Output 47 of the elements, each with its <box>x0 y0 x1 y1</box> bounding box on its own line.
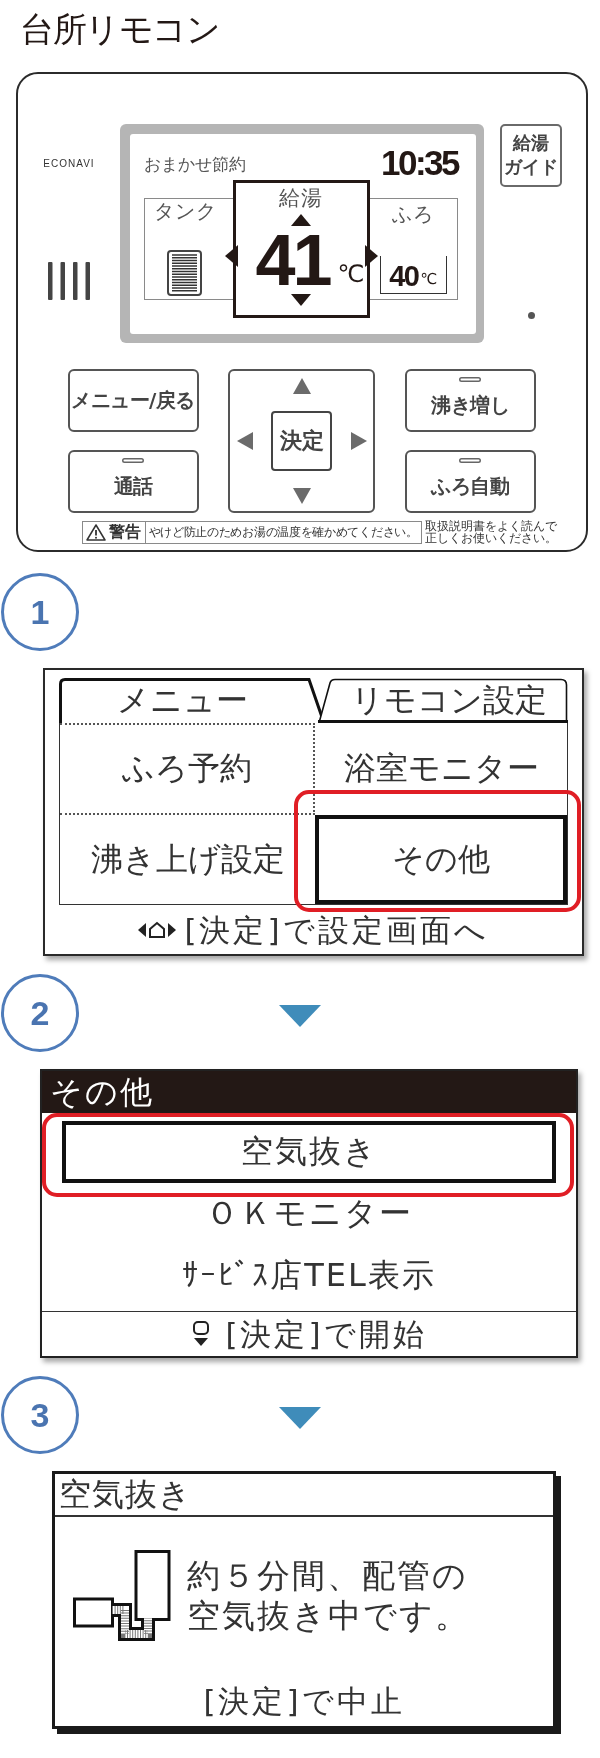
down-triangle-icon[interactable] <box>292 487 311 504</box>
list-item[interactable]: 空気抜き <box>62 1121 556 1183</box>
menu-tab[interactable]: メニュー <box>59 678 325 723</box>
page-title: 台所リモコン <box>20 8 219 50</box>
step-number: 2 <box>1 974 79 1052</box>
clock-time: 10:35 <box>380 145 458 180</box>
menu-item[interactable]: その他 <box>315 815 567 904</box>
remote-button[interactable]: 通話 <box>67 449 199 513</box>
warning-heading: 警告 <box>108 522 141 542</box>
message-text: 約５分間、配管の 空気抜き中です。 <box>187 1556 470 1636</box>
menu-item[interactable]: ふろ予約 <box>60 723 315 815</box>
remote-button[interactable]: ふろ自動 <box>404 449 536 513</box>
remote-button[interactable]: メニュー/戻る <box>67 368 199 432</box>
screen-footer-text: [決定]で中止 <box>203 1682 405 1721</box>
guide-button[interactable]: 給湯 ガイド <box>500 123 562 187</box>
dot-icon <box>528 311 535 319</box>
hot-water-temperature: 41 <box>255 229 330 290</box>
bath-temperature: 40 <box>389 259 419 292</box>
step-number: 1 <box>1 573 79 651</box>
tank-label: タンク <box>154 199 217 222</box>
up-triangle-icon[interactable] <box>292 377 311 394</box>
screen-title: 空気抜き <box>59 1474 192 1515</box>
remote-button[interactable]: 沸き増し <box>404 368 536 432</box>
bath-label: ふろ <box>392 202 435 225</box>
direction-pad[interactable]: 決定 <box>228 368 375 513</box>
up-triangle-icon <box>291 213 311 226</box>
left-triangle-icon[interactable] <box>236 431 253 450</box>
center-button[interactable]: 決定 <box>271 410 332 471</box>
down-key-icon <box>191 1321 212 1347</box>
warning-text: やけど防止のためお湯の温度を確かめてください。 <box>147 523 418 541</box>
screen-footer-text: [決定]で設定画面へ <box>184 910 489 950</box>
step-number: 3 <box>1 1376 79 1454</box>
temperature-unit: ℃ <box>420 268 438 289</box>
mode-label: おまかせ節約 <box>144 153 246 174</box>
right-triangle-icon[interactable] <box>350 431 367 450</box>
down-triangle-icon <box>291 293 311 306</box>
brand-name: ECONAVI <box>43 157 95 170</box>
screen-footer-text: [決定]で開始 <box>225 1315 427 1354</box>
screen-title: その他 <box>50 1072 154 1113</box>
warning-triangle-icon <box>85 523 106 541</box>
speaker-grille-icon <box>48 261 90 300</box>
tank-icon <box>167 249 202 296</box>
manual-note: 取扱説明書をよく読んで 正しくお使いください。 <box>424 519 557 545</box>
menu-tab[interactable]: リモコン設定 <box>318 678 568 723</box>
direction-key-icon <box>138 919 177 940</box>
temperature-unit: ℃ <box>337 259 365 288</box>
hot-water-label: 給湯 <box>279 185 323 210</box>
